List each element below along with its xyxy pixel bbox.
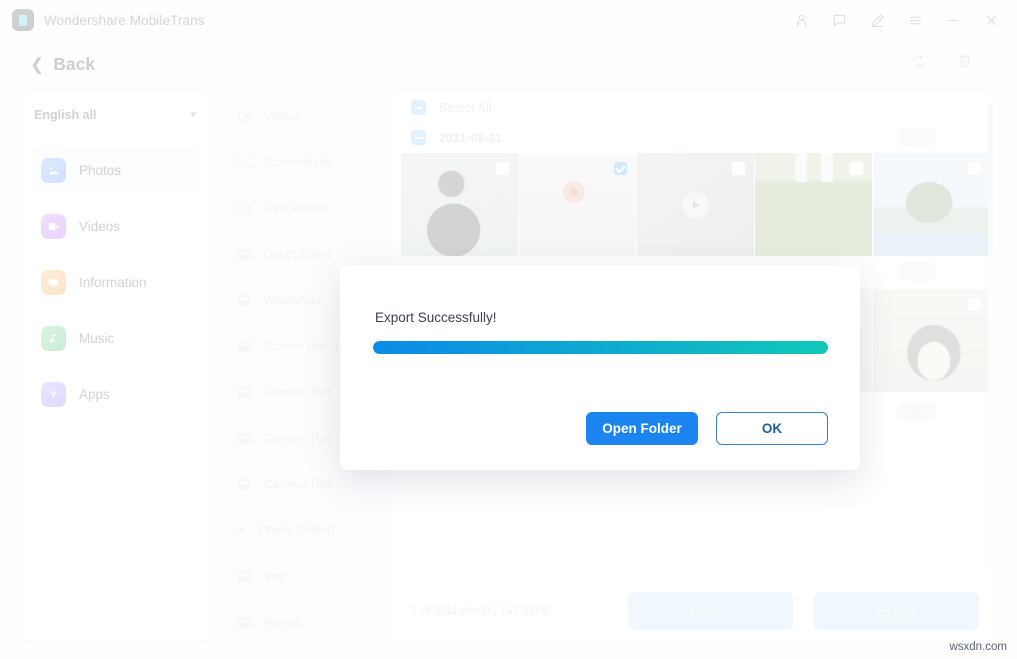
progress-bar	[373, 341, 828, 354]
ok-button[interactable]: OK	[716, 412, 828, 445]
progress-bar-fill	[373, 341, 828, 354]
watermark: wsxdn.com	[949, 641, 1007, 653]
dialog-buttons: Open Folder OK	[586, 412, 828, 445]
app-window: Wondershare MobileTrans	[0, 0, 1017, 659]
export-success-dialog: Export Successfully! Open Folder OK	[340, 265, 860, 470]
open-folder-button[interactable]: Open Folder	[586, 412, 698, 445]
dialog-title: Export Successfully!	[375, 310, 497, 325]
